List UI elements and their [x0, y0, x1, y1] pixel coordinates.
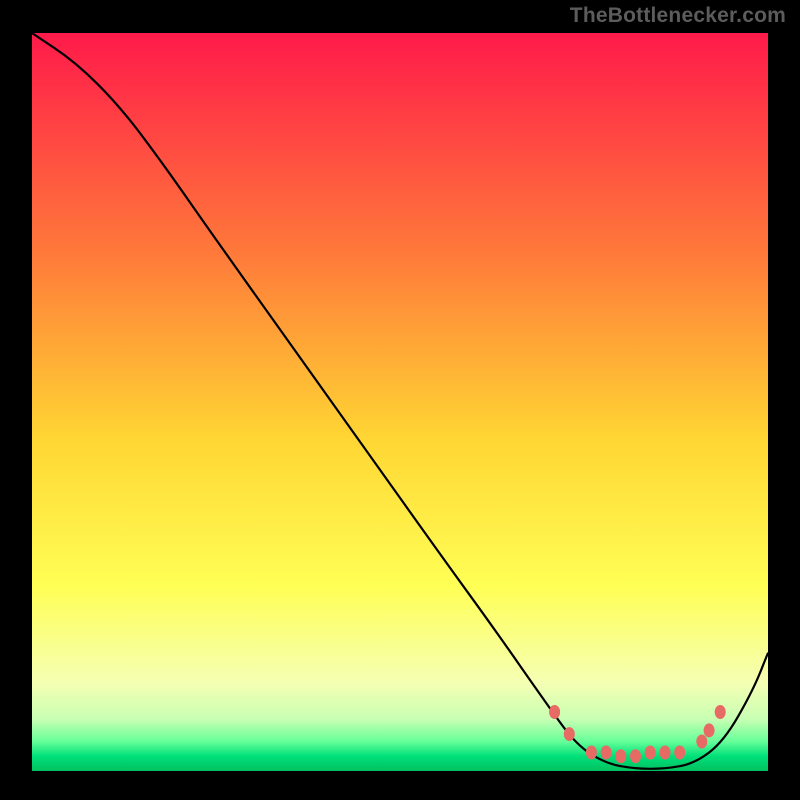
- marker-dot: [645, 746, 656, 760]
- plot-area: [32, 33, 768, 771]
- marker-dot: [601, 746, 612, 760]
- marker-dot: [586, 746, 597, 760]
- watermark-text: TheBottlenecker.com: [570, 4, 786, 28]
- marker-dot: [704, 723, 715, 737]
- marker-dot: [564, 727, 575, 741]
- marker-dot: [615, 749, 626, 763]
- marker-dot: [630, 749, 641, 763]
- marker-dot: [715, 705, 726, 719]
- marker-dot: [660, 746, 671, 760]
- chart-svg: [32, 33, 768, 771]
- marker-dot: [549, 705, 560, 719]
- marker-dot: [674, 746, 685, 760]
- bottleneck-curve-line: [32, 33, 768, 769]
- optimal-zone-markers: [549, 705, 726, 763]
- marker-dot: [696, 735, 707, 749]
